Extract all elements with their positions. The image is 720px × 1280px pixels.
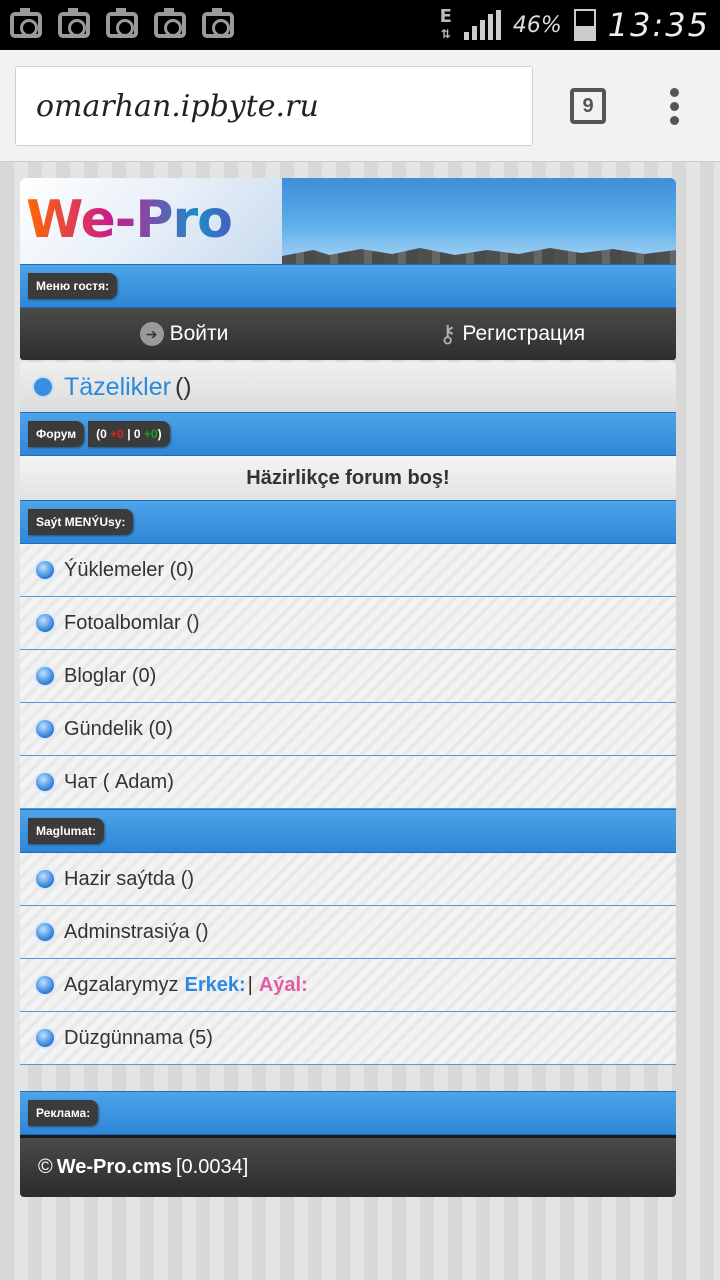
info-title: Maglumat: bbox=[28, 818, 104, 844]
login-button[interactable]: ➔ Войти bbox=[20, 308, 348, 360]
info-header: Maglumat: bbox=[20, 809, 676, 853]
users-icon bbox=[34, 974, 56, 996]
camera-notification-icon bbox=[154, 8, 186, 38]
skyline-decoration bbox=[282, 248, 676, 264]
speaker-icon bbox=[34, 559, 56, 581]
site-logo[interactable]: We-Pro cms bbox=[20, 178, 282, 264]
clock: 13:35 bbox=[607, 6, 710, 44]
ads-title: Реклама: bbox=[28, 1100, 99, 1126]
login-label: Войти bbox=[169, 322, 229, 345]
footer-brand[interactable]: We-Pro.cms bbox=[57, 1156, 172, 1179]
camera-notification-icon bbox=[10, 8, 42, 38]
logo-text: We-Pro cms bbox=[26, 190, 282, 264]
rss-icon bbox=[32, 376, 54, 398]
login-arrow-icon: ➔ bbox=[139, 322, 164, 346]
battery-percent: 46% bbox=[512, 12, 562, 38]
refresh-icon bbox=[34, 868, 56, 890]
url-bar[interactable]: omarhan.ipbyte.ru bbox=[15, 66, 533, 146]
forum-stats: (0 +0 | 0 +0) bbox=[88, 421, 170, 447]
camera-notification-icon bbox=[106, 8, 138, 38]
target-icon bbox=[34, 921, 56, 943]
info-rules[interactable]: Düzgünnama (5) bbox=[20, 1012, 676, 1065]
overflow-menu-icon[interactable] bbox=[668, 88, 680, 128]
male-link[interactable]: Erkek: bbox=[184, 974, 245, 997]
status-bar: E ⇅ 46% 13:35 bbox=[0, 0, 720, 50]
news-section: Täzelikler () bbox=[20, 362, 676, 412]
chat-icon bbox=[34, 771, 56, 793]
menu-item-photoalbums[interactable]: Fotoalbomlar () bbox=[20, 597, 676, 650]
tabs-button[interactable]: 9 bbox=[570, 88, 606, 124]
info-admins[interactable]: Adminstrasiýa () bbox=[20, 906, 676, 959]
camera-icon bbox=[34, 612, 56, 634]
register-button[interactable]: ⚷ Регистрация bbox=[348, 308, 676, 360]
pencil-icon bbox=[34, 665, 56, 687]
site-menu-title: Saýt MENÝUsy: bbox=[28, 509, 134, 535]
menu-item-downloads[interactable]: Ýüklemeler (0) bbox=[20, 544, 676, 597]
site-page: We-Pro cms Меню гостя: ➔ Войти ⚷ Регистр… bbox=[20, 178, 676, 1197]
signal-icon bbox=[463, 10, 501, 40]
key-icon: ⚷ bbox=[438, 320, 457, 348]
forum-header: Форум (0 +0 | 0 +0) bbox=[20, 412, 676, 456]
menu-item-chat[interactable]: Чат ( Adam) bbox=[20, 756, 676, 809]
forum-empty-message: Häzirlikçe forum boş! bbox=[20, 456, 676, 500]
site-menu-header: Saýt MENÝUsy: bbox=[20, 500, 676, 544]
auth-bar: ➔ Войти ⚷ Регистрация bbox=[20, 308, 676, 360]
battery-icon bbox=[573, 9, 596, 41]
news-link[interactable]: Täzelikler bbox=[64, 373, 171, 402]
pencil-icon bbox=[34, 718, 56, 740]
register-label: Регистрация bbox=[462, 322, 586, 345]
info-members: Agzalarymyz Erkek: | Aýal: bbox=[20, 959, 676, 1012]
camera-notification-icon bbox=[202, 8, 234, 38]
menu-item-diary[interactable]: Gündelik (0) bbox=[20, 703, 676, 756]
browser-toolbar: omarhan.ipbyte.ru 9 bbox=[0, 50, 720, 162]
news-count: () bbox=[174, 372, 192, 401]
site-header: We-Pro cms bbox=[20, 178, 676, 264]
network-type: E ⇅ bbox=[439, 5, 452, 41]
female-link[interactable]: Aýal: bbox=[259, 974, 308, 997]
guest-menu-header: Меню гостя: bbox=[20, 264, 676, 308]
forum-link[interactable]: Форум bbox=[28, 421, 85, 447]
ads-header: Реклама: bbox=[20, 1091, 676, 1135]
speaker-icon bbox=[34, 1027, 56, 1049]
footer-time: [0.0034] bbox=[175, 1156, 249, 1178]
site-footer: © We-Pro.cms [0.0034] bbox=[20, 1135, 676, 1197]
menu-item-blogs[interactable]: Bloglar (0) bbox=[20, 650, 676, 703]
info-online[interactable]: Hazir saýtda () bbox=[20, 853, 676, 906]
guest-menu-title: Меню гостя: bbox=[28, 273, 118, 299]
camera-notification-icon bbox=[58, 8, 90, 38]
